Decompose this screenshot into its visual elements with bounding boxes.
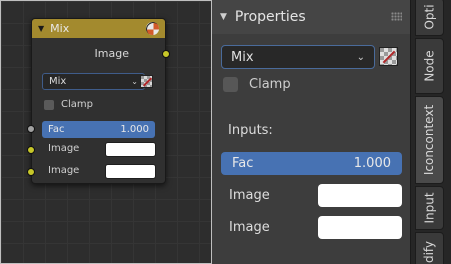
node-header[interactable]: ▼ Mix: [32, 19, 165, 38]
image1-color-swatch[interactable]: [105, 142, 156, 157]
mix-node[interactable]: ▼ Mix Image Mix ⌄ Clamp Fac 1.000 Image …: [27, 18, 170, 184]
tab-iconcontext-label: Iconcontext: [422, 104, 437, 176]
image1-label: Image: [229, 188, 270, 203]
triangle-down-icon[interactable]: ▼: [38, 24, 44, 33]
properties-title: Properties: [234, 9, 306, 25]
output-image-socket[interactable]: [162, 50, 170, 58]
image2-color-swatch[interactable]: [318, 216, 402, 239]
chevron-down-icon: ⌄: [131, 77, 138, 86]
fac-label: Fac: [48, 124, 65, 135]
tab-modify-label: dify: [422, 240, 437, 264]
image2-label: Image: [229, 220, 270, 235]
clamp-checkbox[interactable]: [223, 77, 238, 92]
clamp-checkbox[interactable]: [44, 99, 54, 110]
node-fac-slider[interactable]: Fac 1.000: [42, 121, 155, 138]
tab-node-label: Node: [422, 50, 437, 82]
fac-input-socket[interactable]: [27, 125, 35, 133]
panel-clamp-toggle[interactable]: Clamp: [223, 77, 291, 92]
properties-panel-header[interactable]: ▼ Properties: [212, 0, 410, 34]
tab-options[interactable]: Opti: [415, 0, 444, 36]
image2-color-swatch[interactable]: [105, 164, 156, 179]
image2-input-socket[interactable]: [27, 168, 35, 176]
image1-label: Image: [48, 143, 80, 154]
clamp-label: Clamp: [249, 77, 291, 92]
clamp-label: Clamp: [61, 99, 93, 110]
panel-blend-mode-dropdown[interactable]: Mix ⌄: [221, 45, 375, 69]
fac-value: 1.000: [353, 156, 391, 171]
output-image-label: Image: [94, 47, 129, 60]
tab-input[interactable]: Input: [415, 186, 444, 230]
node-clamp-toggle[interactable]: Clamp: [44, 99, 93, 110]
tab-input-label: Input: [422, 192, 437, 224]
node-blend-mode-dropdown[interactable]: Mix ⌄: [42, 73, 145, 90]
chevron-down-icon: ⌄: [356, 51, 365, 63]
checkerboard-icon[interactable]: [379, 47, 398, 66]
checkerboard-icon[interactable]: [140, 75, 153, 88]
node-title: Mix: [50, 22, 70, 35]
drag-handle-icon[interactable]: [391, 12, 402, 21]
sidebar-tabs: Opti Node Iconcontext Input dify: [410, 0, 451, 264]
mix-node-icon[interactable]: [146, 22, 159, 35]
node-editor-canvas[interactable]: ▼ Mix Image Mix ⌄ Clamp Fac 1.000 Image …: [0, 0, 212, 264]
tab-options-label: Opti: [422, 4, 437, 30]
properties-panel: ▼ Properties Mix ⌄ Clamp Inputs: Fac 1.0…: [212, 0, 410, 264]
image1-color-swatch[interactable]: [318, 184, 402, 207]
fac-label: Fac: [232, 156, 254, 171]
fac-value: 1.000: [120, 124, 149, 135]
tab-modify[interactable]: dify: [415, 232, 444, 264]
image1-input-socket[interactable]: [27, 146, 35, 154]
inputs-heading: Inputs:: [228, 123, 273, 138]
image2-label: Image: [48, 165, 80, 176]
triangle-down-icon[interactable]: ▼: [220, 12, 227, 22]
node-blend-mode-value: Mix: [49, 76, 67, 87]
tab-iconcontext[interactable]: Iconcontext: [415, 96, 444, 184]
panel-fac-slider[interactable]: Fac 1.000: [221, 152, 402, 175]
panel-blend-mode-value: Mix: [231, 49, 254, 65]
tab-node[interactable]: Node: [415, 38, 444, 94]
